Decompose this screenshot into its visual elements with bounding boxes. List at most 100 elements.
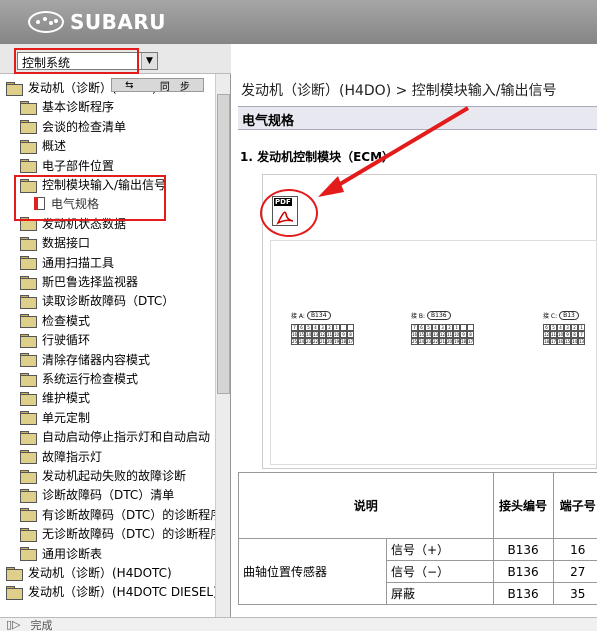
tree-item[interactable]: 会谈的检查清单	[20, 117, 126, 136]
folder-icon	[20, 489, 36, 501]
table-row: 曲轴位置传感器 信号（+） B136 16	[239, 539, 597, 561]
tree-item-label: 检查模式	[42, 312, 90, 329]
row-term: 35	[553, 583, 597, 605]
chevron-down-icon[interactable]: ▼	[141, 53, 157, 69]
row-conn: B136	[493, 539, 553, 561]
subaru-logo: SUBARU	[28, 10, 166, 34]
folder-icon	[20, 547, 36, 559]
row-conn: B136	[493, 583, 553, 605]
ecm-subtitle: 1. 发动机控制模块（ECM）	[240, 148, 394, 165]
tree-item[interactable]: 清除存储器内容模式	[20, 350, 150, 369]
folder-icon	[20, 120, 36, 132]
tree-item[interactable]: 发动机（诊断）(H4DOTC)	[6, 563, 172, 582]
col-header-term: 端子号	[553, 473, 597, 539]
tree-item[interactable]: 读取诊断故障码（DTC）	[20, 291, 174, 310]
tree-item-label: 维护模式	[42, 389, 90, 406]
tree-item-label: 数据接口	[42, 234, 90, 251]
row-sub: 信号（−）	[387, 561, 494, 583]
spec-table: 说明 接头编号 端子号 曲轴位置传感器 信号（+） B136 16 信号（−） …	[238, 472, 597, 605]
tree-item-label: 读取诊断故障码（DTC）	[42, 292, 174, 309]
highlight-tree-item	[14, 175, 166, 221]
row-desc: 曲轴位置传感器	[239, 539, 387, 605]
folder-icon	[20, 373, 36, 385]
tree-item[interactable]: 数据接口	[20, 233, 90, 252]
tree-item[interactable]: 通用扫描工具	[20, 253, 114, 272]
folder-icon	[20, 295, 36, 307]
tree-item[interactable]: 维护模式	[20, 388, 90, 407]
sidebar-scrollbar[interactable]	[215, 74, 230, 617]
folder-icon	[20, 528, 36, 540]
row-sub: 屏蔽	[387, 583, 494, 605]
tree-item-label: 无诊断故障码（DTC）的诊断程序	[42, 525, 215, 542]
tree-item[interactable]: 通用诊断表	[20, 544, 102, 563]
connector-b136: 接 B:B136 7654321161514131211109825242322…	[411, 311, 474, 345]
tree-item[interactable]: 检查模式	[20, 311, 90, 330]
col-header-conn: 接头编号	[493, 473, 553, 539]
tree-item[interactable]: 诊断故障码（DTC）清单	[20, 485, 174, 504]
tree-item[interactable]: 系统运行检查模式	[20, 369, 138, 388]
tree-item[interactable]: 斯巴鲁选择监视器	[20, 272, 138, 291]
content-pane: 发动机（诊断）(H4DO) > 控制模块输入/输出信号 电气规格 1. 发动机控…	[232, 44, 597, 617]
sync-button[interactable]: ⇆ 同 步	[111, 78, 204, 92]
section-title: 电气规格	[238, 106, 597, 130]
tree-item-label: 故障指示灯	[42, 448, 102, 465]
tree-item-label: 自动启动停止指示灯和自动启动	[42, 428, 210, 445]
tree-item-label: 电子部件位置	[42, 157, 114, 174]
tree-item-label: 发动机（诊断）(H4DOTC DIESEL)	[28, 583, 215, 600]
folder-icon	[20, 392, 36, 404]
breadcrumb: 发动机（诊断）(H4DO) > 控制模块输入/输出信号	[241, 80, 557, 100]
row-term: 27	[553, 561, 597, 583]
folder-icon	[20, 508, 36, 520]
sync-label: 同 步	[160, 78, 190, 93]
sidebar: 控制系统 ▼ 发动机（诊断）(H4DO)基本诊断程序会谈的检查清单概述电子部件位…	[0, 44, 231, 617]
tree-item[interactable]: 单元定制	[20, 408, 90, 427]
tree-item[interactable]: 电子部件位置	[20, 156, 114, 175]
folder-icon	[20, 159, 36, 171]
connector-diagram: 接 A:B134 7654321161514131211109825242322…	[270, 240, 597, 465]
scrollbar-thumb[interactable]	[217, 94, 230, 394]
col-header-desc: 说明	[239, 473, 494, 539]
nav-tree: 发动机（诊断）(H4DO)基本诊断程序会谈的检查清单概述电子部件位置控制模块输入…	[0, 76, 215, 617]
tree-item-label: 通用诊断表	[42, 545, 102, 562]
tree-item[interactable]: 基本诊断程序	[20, 97, 114, 116]
tree-item-label: 诊断故障码（DTC）清单	[42, 486, 174, 503]
folder-icon	[20, 314, 36, 326]
tree-item[interactable]: 发动机起动失败的故障诊断	[20, 466, 186, 485]
highlight-pdf	[260, 189, 318, 237]
tree-item[interactable]: 自动启动停止指示灯和自动启动	[20, 427, 210, 446]
highlight-select	[14, 48, 139, 74]
tree-item-label: 单元定制	[42, 409, 90, 426]
folder-icon	[20, 353, 36, 365]
folder-icon	[20, 140, 36, 152]
folder-icon	[20, 470, 36, 482]
tree-item-label: 基本诊断程序	[42, 98, 114, 115]
folder-icon	[20, 450, 36, 462]
row-conn: B136	[493, 561, 553, 583]
subaru-stars-icon	[28, 11, 64, 33]
folder-icon	[20, 101, 36, 113]
tree-item-label: 清除存储器内容模式	[42, 351, 150, 368]
folder-icon	[20, 237, 36, 249]
connector-b13: 接 C:B13 654321121110987181716151413	[543, 311, 585, 345]
tree-item[interactable]: 概述	[20, 136, 66, 155]
tree-item[interactable]: 无诊断故障码（DTC）的诊断程序	[20, 524, 215, 543]
folder-icon	[6, 82, 22, 94]
tree-item[interactable]: 发动机（诊断）(H4DOTC DIESEL)	[6, 582, 215, 601]
tree-item-label: 会谈的检查清单	[42, 118, 126, 135]
tree-item-label: 发动机起动失败的故障诊断	[42, 467, 186, 484]
folder-icon	[20, 334, 36, 346]
folder-icon	[6, 586, 22, 598]
tree-item[interactable]: 故障指示灯	[20, 447, 102, 466]
tree-item-label: 发动机（诊断）(H4DOTC)	[28, 564, 172, 581]
tree-item-label: 概述	[42, 137, 66, 154]
app-header: SUBARU	[0, 0, 597, 44]
row-term: 16	[553, 539, 597, 561]
tree-item[interactable]: 有诊断故障码（DTC）的诊断程序	[20, 505, 215, 524]
tree-item-label: 斯巴鲁选择监视器	[42, 273, 138, 290]
folder-icon	[20, 256, 36, 268]
folder-icon	[20, 431, 36, 443]
row-sub: 信号（+）	[387, 539, 494, 561]
tree-item-label: 行驶循环	[42, 331, 90, 348]
tree-item[interactable]: 行驶循环	[20, 330, 90, 349]
tree-item-label: 有诊断故障码（DTC）的诊断程序	[42, 506, 215, 523]
